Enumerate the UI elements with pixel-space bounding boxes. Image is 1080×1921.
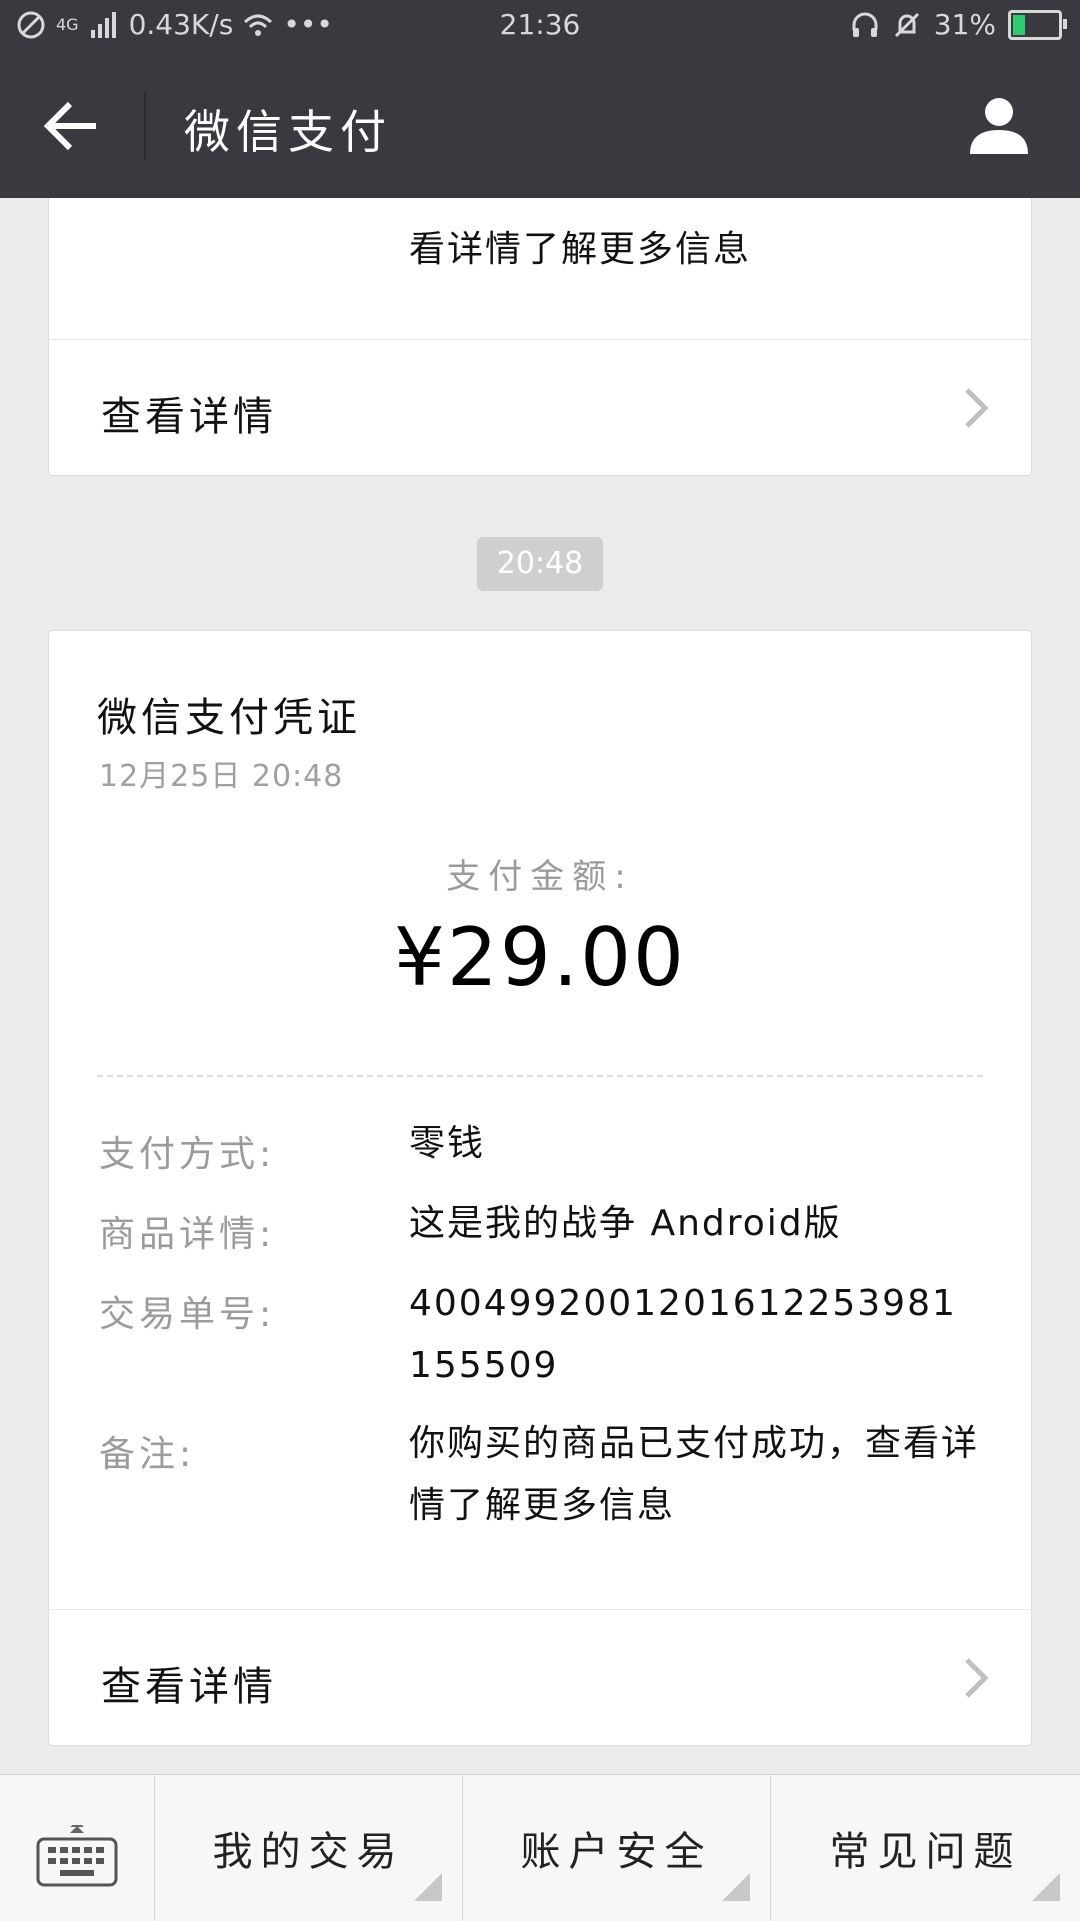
row-value: 零钱 <box>409 1123 486 1164</box>
battery-icon <box>1008 9 1067 40</box>
tab-label: 常见问题 <box>829 1829 1022 1875</box>
tab-account-security[interactable]: 账户安全 <box>463 1775 771 1921</box>
user-profile-icon[interactable] <box>966 92 1032 158</box>
amount-label: 支付金额: <box>446 857 634 897</box>
row-key: 支付方式: <box>99 1134 276 1175</box>
tab-label: 我的交易 <box>212 1829 405 1875</box>
receipt-date: 12月25日 20:48 <box>99 759 344 794</box>
chevron-right-icon <box>965 388 989 428</box>
receipt-title: 微信支付凭证 <box>97 695 361 741</box>
amount-value: ¥29.00 <box>394 911 686 1004</box>
submenu-corner-icon <box>1032 1873 1060 1901</box>
message-list[interactable]: 看详情了解更多信息 查看详情 20:48 微信支付凭证 12月25日 20:48… <box>0 198 1080 1774</box>
battery-fill <box>1013 14 1025 35</box>
status-bar: 4G 0.43K/s ••• 21:36 31% <box>0 0 1080 52</box>
nav-bar: 微信支付 <box>0 52 1080 198</box>
keyboard-icon <box>36 1825 118 1887</box>
nav-divider <box>144 92 146 160</box>
row-key: 商品详情: <box>99 1214 276 1255</box>
previous-receipt-card: 看详情了解更多信息 查看详情 <box>48 198 1032 476</box>
page-title: 微信支付 <box>184 105 392 159</box>
view-details-label: 查看详情 <box>101 1664 277 1710</box>
submenu-corner-icon <box>414 1873 442 1901</box>
tab-faq[interactable]: 常见问题 <box>771 1775 1080 1921</box>
view-details-row[interactable]: 查看详情 <box>49 1609 1031 1748</box>
tab-my-transactions[interactable]: 我的交易 <box>155 1775 463 1921</box>
back-arrow-icon[interactable] <box>40 94 104 158</box>
message-timestamp: 20:48 <box>477 537 603 591</box>
previous-view-details[interactable]: 查看详情 <box>49 339 1031 478</box>
battery-percent: 31% <box>933 8 996 41</box>
divider-dashed <box>97 1075 983 1077</box>
row-key: 备注: <box>99 1434 196 1475</box>
row-key: 交易单号: <box>99 1294 276 1335</box>
row-value: 你购买的商品已支付成功，查看详情了解更多信息 <box>409 1423 980 1526</box>
headset-icon <box>852 12 878 37</box>
mute-bell-icon <box>894 12 919 37</box>
row-value: 这是我的战争 Android版 <box>409 1203 842 1244</box>
payment-receipt-card[interactable]: 微信支付凭证 12月25日 20:48 支付金额: ¥29.00 支付方式: 零… <box>48 630 1032 1746</box>
previous-note-value: 看详情了解更多信息 <box>409 229 752 270</box>
keyboard-toggle-button[interactable] <box>0 1775 155 1921</box>
submenu-corner-icon <box>722 1873 750 1901</box>
bottom-menu-bar: 我的交易 账户安全 常见问题 <box>0 1774 1080 1921</box>
chevron-right-icon <box>965 1658 989 1698</box>
tab-label: 账户安全 <box>520 1829 713 1875</box>
row-value: 4004992001201612253981155509 <box>409 1283 957 1386</box>
status-right: 31% <box>850 8 1067 41</box>
view-details-label: 查看详情 <box>101 394 277 440</box>
